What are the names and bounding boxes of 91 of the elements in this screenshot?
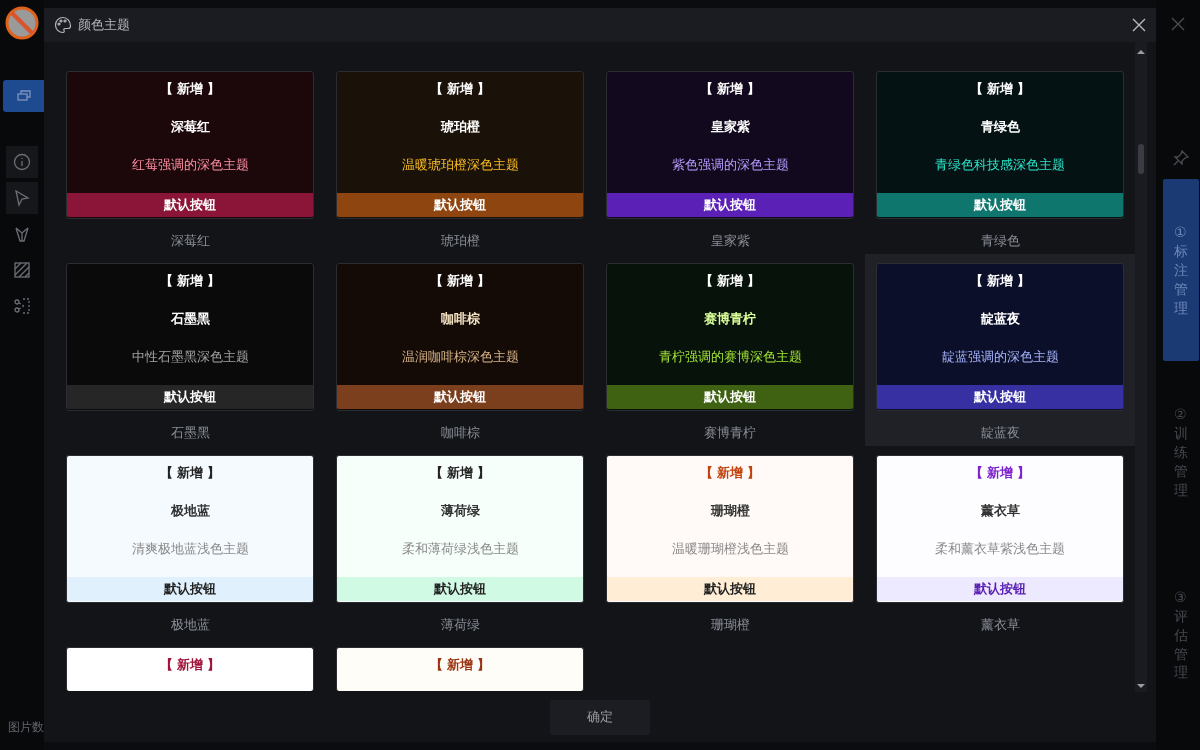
default-button[interactable]: 默认按钮 (877, 385, 1123, 409)
theme-name: 石墨黑 (170, 310, 210, 328)
theme-preview-card[interactable]: 【 新增 】 青绿色 青绿色科技感深色主题 默认按钮 (876, 71, 1124, 219)
theme-label: 咖啡棕 (440, 424, 480, 442)
palette-icon (54, 16, 72, 34)
new-tag: 【 新增 】 (970, 463, 1030, 483)
theme-description: 红莓强调的深色主题 (131, 156, 249, 174)
new-tag: 【 新增 】 (430, 271, 490, 291)
default-button[interactable]: 默认按钮 (67, 577, 313, 601)
theme-description: 温润咖啡棕深色主题 (401, 348, 519, 366)
theme-preview-card[interactable]: 【 新增 】 薰衣草 柔和薰衣草紫浅色主题 默认按钮 (876, 455, 1124, 603)
theme-name: 极地蓝 (170, 502, 210, 520)
default-button[interactable]: 默认按钮 (607, 193, 853, 217)
theme-label: 皇家紫 (710, 232, 750, 250)
default-button[interactable]: 默认按钮 (67, 193, 313, 217)
theme-description: 温暖琥珀橙深色主题 (401, 156, 519, 174)
theme-label: 琥珀橙 (440, 232, 480, 250)
new-tag: 【 新增 】 (160, 463, 220, 483)
theme-name: 靛蓝夜 (980, 310, 1020, 328)
new-tag: 【 新增 】 (160, 655, 220, 675)
logo-icon (5, 6, 39, 40)
default-button[interactable]: 默认按钮 (607, 577, 853, 601)
theme-label: 极地蓝 (170, 616, 210, 634)
windows-icon (16, 90, 31, 102)
default-button[interactable]: 默认按钮 (67, 385, 313, 409)
default-button[interactable]: 默认按钮 (337, 385, 583, 409)
theme-preview-card[interactable]: 【 新增 】 薄荷绿 柔和薄荷绿浅色主题 默认按钮 (336, 455, 584, 603)
close-icon[interactable] (1132, 18, 1146, 32)
new-tag: 【 新增 】 (160, 79, 220, 99)
theme-preview-card[interactable]: 【 新增 】 赛博青柠 青柠强调的赛博深色主题 默认按钮 (606, 263, 854, 411)
default-button[interactable]: 默认按钮 (877, 193, 1123, 217)
info-icon[interactable] (6, 146, 38, 178)
new-tag: 【 新增 】 (700, 463, 760, 483)
theme-label: 青绿色 (980, 232, 1020, 250)
status-text: 图片数 (7, 719, 44, 736)
theme-description: 温暖珊瑚橙浅色主题 (671, 540, 789, 558)
theme-label: 石墨黑 (170, 424, 210, 442)
pin-icon[interactable] (1172, 149, 1190, 167)
new-tag: 【 新增 】 (700, 79, 760, 99)
theme-description: 青柠强调的赛博深色主题 (658, 348, 802, 366)
theme-description: 青绿色科技感深色主题 (935, 156, 1065, 174)
scroll-down-icon[interactable] (1137, 682, 1145, 690)
theme-description: 紫色强调的深色主题 (671, 156, 789, 174)
theme-preview-card[interactable]: 【 新增 】 石墨黑 中性石墨黑深色主题 默认按钮 (66, 263, 314, 411)
new-tag: 【 新增 】 (970, 271, 1030, 291)
new-tag: 【 新增 】 (970, 79, 1030, 99)
theme-description: 清爽极地蓝浅色主题 (131, 540, 249, 558)
theme-name: 青绿色 (980, 118, 1020, 136)
theme-option-highlight[interactable]: 【 新增 】 靛蓝夜 靛蓝强调的深色主题 默认按钮 靛蓝夜 (865, 254, 1135, 446)
theme-label: 靛蓝夜 (980, 424, 1020, 442)
theme-name: 薄荷绿 (440, 502, 480, 520)
theme-preview-card[interactable]: 【 新增 】 琥珀橙 温暖琥珀橙深色主题 默认按钮 (336, 71, 584, 219)
theme-label: 薰衣草 (980, 616, 1020, 634)
default-button[interactable]: 默认按钮 (337, 577, 583, 601)
window-button[interactable] (3, 80, 44, 112)
default-button[interactable]: 默认按钮 (607, 385, 853, 409)
theme-name: 珊瑚橙 (710, 502, 750, 520)
theme-preview-card[interactable]: 【 新增 】 咖啡棕 温润咖啡棕深色主题 默认按钮 (336, 263, 584, 411)
theme-name: 深莓红 (170, 118, 210, 136)
theme-name: 琥珀橙 (440, 118, 480, 136)
new-tag: 【 新增 】 (700, 271, 760, 291)
new-tag: 【 新增 】 (430, 655, 490, 675)
theme-name: 皇家紫 (710, 118, 750, 136)
new-tag: 【 新增 】 (430, 463, 490, 483)
theme-label: 深莓红 (170, 232, 210, 250)
scroll-up-icon[interactable] (1137, 48, 1145, 56)
scrollbar-thumb[interactable] (1138, 144, 1144, 174)
theme-preview-card[interactable]: 【 新增 】 珊瑚橙 温暖珊瑚橙浅色主题 默认按钮 (606, 455, 854, 603)
theme-preview-card[interactable]: 【 新增 】 靛蓝夜 靛蓝强调的深色主题 默认按钮 (876, 263, 1124, 411)
theme-preview-card[interactable]: 【 新增 】 (336, 647, 584, 691)
theme-name: 咖啡棕 (440, 310, 480, 328)
pointer-icon[interactable] (6, 182, 38, 214)
theme-name: 赛博青柠 (704, 310, 756, 328)
confirm-button[interactable]: 确定 (550, 699, 650, 735)
theme-name: 薰衣草 (980, 502, 1020, 520)
default-button[interactable]: 默认按钮 (877, 577, 1123, 601)
new-tag: 【 新增 】 (160, 271, 220, 291)
dialog-title: 颜色主题 (78, 16, 130, 34)
theme-preview-card[interactable]: 【 新增 】 皇家紫 紫色强调的深色主题 默认按钮 (606, 71, 854, 219)
theme-preview-card[interactable]: 【 新增 】 (66, 647, 314, 691)
theme-preview-card[interactable]: 【 新增 】 极地蓝 清爽极地蓝浅色主题 默认按钮 (66, 455, 314, 603)
theme-description: 柔和薰衣草紫浅色主题 (935, 540, 1065, 558)
theme-description: 柔和薄荷绿浅色主题 (401, 540, 519, 558)
new-tag: 【 新增 】 (430, 79, 490, 99)
theme-description: 中性石墨黑深色主题 (131, 348, 249, 366)
theme-preview-card[interactable]: 【 新增 】 深莓红 红莓强调的深色主题 默认按钮 (66, 71, 314, 219)
default-button[interactable]: 默认按钮 (337, 193, 583, 217)
theme-label: 薄荷绿 (440, 616, 480, 634)
theme-label: 赛博青柠 (704, 424, 756, 442)
theme-label: 珊瑚橙 (710, 616, 750, 634)
theme-description: 靛蓝强调的深色主题 (941, 348, 1059, 366)
